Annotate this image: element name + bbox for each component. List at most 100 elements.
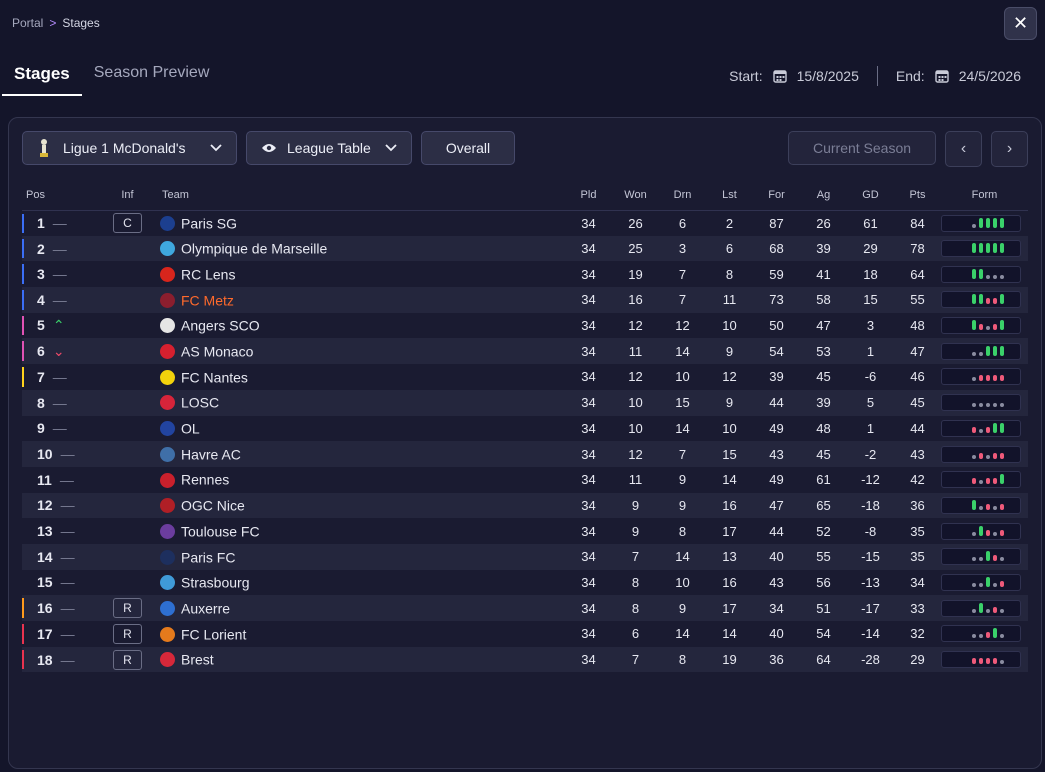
- team-name[interactable]: LOSC: [181, 395, 219, 411]
- table-row[interactable]: 12— OGC Nice 34 9 9 16 47 65 -18 36: [22, 492, 1028, 519]
- inf-cell: [95, 492, 160, 519]
- breadcrumb-portal-link[interactable]: Portal: [12, 16, 43, 30]
- team-cell[interactable]: Brest: [160, 646, 565, 673]
- table-row[interactable]: 3— RC Lens 34 19 7 8 59 41 18 64: [22, 261, 1028, 288]
- form-result-mark: [979, 428, 983, 433]
- team-cell[interactable]: Olympique de Marseille: [160, 235, 565, 262]
- team-cell[interactable]: Paris FC: [160, 543, 565, 570]
- inf-cell: R: [95, 646, 160, 673]
- previous-season-button[interactable]: ‹: [945, 131, 982, 167]
- trend-same-icon: —: [60, 600, 75, 617]
- table-row[interactable]: 16— R Auxerre 34 8 9 17 34 51 -17 33: [22, 595, 1028, 621]
- team-crest-icon: [160, 215, 175, 231]
- team-cell[interactable]: AS Monaco: [160, 338, 565, 365]
- col-pld[interactable]: Pld: [565, 180, 612, 211]
- table-row[interactable]: 7— FC Nantes 34 12 10 12 39 45 -6 46: [22, 364, 1028, 390]
- team-cell[interactable]: Toulouse FC: [160, 518, 565, 544]
- tab-stages[interactable]: Stages: [2, 58, 82, 96]
- col-drn[interactable]: Drn: [659, 180, 706, 211]
- close-button[interactable]: ✕: [1004, 7, 1037, 40]
- position-number: 14: [37, 548, 53, 565]
- table-row[interactable]: 9— OL 34 10 14 10 49 48 1 44: [22, 415, 1028, 442]
- team-cell[interactable]: Rennes: [160, 466, 565, 493]
- table-row[interactable]: 18 — R Brest 34 7 8 19 36 64 -28 29: [22, 646, 1028, 673]
- team-name[interactable]: OGC Nice: [181, 498, 245, 514]
- table-row[interactable]: 1— C Paris SG 34 26 6 2 87 26 61 84: [22, 210, 1028, 236]
- col-team[interactable]: Team: [160, 180, 565, 211]
- table-row[interactable]: 4— FC Metz 34 16 7 11 73 58 15 55: [22, 287, 1028, 313]
- team-name[interactable]: Rennes: [181, 472, 229, 488]
- team-name[interactable]: Toulouse FC: [181, 523, 260, 539]
- goals-for-cell: 59: [753, 261, 800, 288]
- current-season-button[interactable]: Current Season: [788, 131, 936, 165]
- team-cell[interactable]: FC Metz: [160, 287, 565, 313]
- form-result-mark: [993, 531, 997, 536]
- team-cell[interactable]: FC Lorient: [160, 621, 565, 647]
- team-cell[interactable]: Strasbourg: [160, 569, 565, 596]
- table-row[interactable]: 6 ⌄ AS Monaco 34 11 14 9 54 53 1 47: [22, 338, 1028, 365]
- col-gd[interactable]: GD: [847, 180, 894, 211]
- table-row[interactable]: 15— Strasbourg 34 8 10 16 43 56 -13 34: [22, 569, 1028, 596]
- team-name[interactable]: Auxerre: [181, 600, 230, 616]
- team-crest-icon: [160, 267, 175, 282]
- team-name[interactable]: Strasbourg: [181, 575, 249, 591]
- team-cell[interactable]: Havre AC: [160, 441, 565, 467]
- table-row[interactable]: 14— Paris FC 34 7 14 13 40 55 -15 35: [22, 543, 1028, 570]
- table-row[interactable]: 13 — Toulouse FC 34 9 8 17 44 52 -8 35: [22, 518, 1028, 544]
- points-cell: 55: [894, 287, 941, 313]
- col-lst[interactable]: Lst: [706, 180, 753, 211]
- col-ag[interactable]: Ag: [800, 180, 847, 211]
- league-logo-icon: [37, 137, 51, 159]
- team-cell[interactable]: Angers SCO: [160, 312, 565, 339]
- team-cell[interactable]: Auxerre: [160, 595, 565, 621]
- goals-against-cell: 45: [800, 441, 847, 467]
- team-name[interactable]: Angers SCO: [181, 318, 260, 334]
- table-row[interactable]: 11— Rennes 34 11 9 14 49 61 -12 42: [22, 466, 1028, 493]
- col-pos[interactable]: Pos: [22, 180, 95, 211]
- team-name[interactable]: Paris SG: [181, 215, 237, 231]
- table-row[interactable]: 8— LOSC 34 10 15 9 44 39 5 45: [22, 389, 1028, 416]
- col-pts[interactable]: Pts: [894, 180, 941, 211]
- team-cell[interactable]: OGC Nice: [160, 492, 565, 519]
- team-name[interactable]: FC Nantes: [181, 369, 248, 385]
- form-cell: [941, 338, 1028, 365]
- tab-season-preview[interactable]: Season Preview: [82, 58, 222, 96]
- goals-against-cell: 41: [800, 261, 847, 288]
- team-cell[interactable]: FC Nantes: [160, 364, 565, 390]
- next-season-button[interactable]: ›: [991, 131, 1028, 167]
- table-row[interactable]: 2— Olympique de Marseille 34 25 3 6 68 39 29 78: [22, 235, 1028, 262]
- col-for[interactable]: For: [753, 180, 800, 211]
- team-cell[interactable]: LOSC: [160, 389, 565, 416]
- team-cell[interactable]: RC Lens: [160, 261, 565, 288]
- form-result-mark: [972, 557, 976, 562]
- team-cell[interactable]: Paris SG: [160, 210, 565, 236]
- col-form[interactable]: Form: [941, 180, 1028, 211]
- team-name[interactable]: OL: [181, 421, 200, 437]
- table-row[interactable]: 5 ⌃ Angers SCO 34 12 12 10 50 47 3 48: [22, 312, 1028, 339]
- overall-button[interactable]: Overall: [421, 131, 515, 165]
- team-name[interactable]: RC Lens: [181, 267, 235, 283]
- table-row[interactable]: 10— Havre AC 34 12 7 15 43 45 -2 43: [22, 441, 1028, 467]
- league-dropdown[interactable]: Ligue 1 McDonald's: [22, 131, 237, 165]
- form-result-mark: [993, 555, 997, 562]
- team-name[interactable]: Olympique de Marseille: [181, 241, 327, 257]
- team-name[interactable]: Havre AC: [181, 446, 241, 462]
- team-name[interactable]: Paris FC: [181, 549, 235, 565]
- eye-icon: [261, 143, 277, 153]
- form-result-mark: [1000, 243, 1004, 254]
- lost-cell: 9: [706, 389, 753, 416]
- col-inf[interactable]: Inf: [95, 180, 160, 211]
- position-number: 11: [37, 471, 52, 488]
- team-name[interactable]: Brest: [181, 652, 214, 668]
- col-won[interactable]: Won: [612, 180, 659, 211]
- table-row[interactable]: 17— R FC Lorient 34 6 14 14 40 54 -14 32: [22, 621, 1028, 647]
- won-cell: 8: [612, 569, 659, 596]
- team-cell[interactable]: OL: [160, 415, 565, 442]
- view-dropdown[interactable]: League Table: [246, 131, 412, 165]
- won-cell: 9: [612, 518, 659, 544]
- team-name[interactable]: FC Metz: [181, 292, 234, 308]
- breadcrumb: Portal > Stages: [12, 16, 100, 30]
- team-name[interactable]: AS Monaco: [181, 344, 253, 360]
- team-name[interactable]: FC Lorient: [181, 626, 246, 642]
- team-crest-icon: [160, 498, 175, 514]
